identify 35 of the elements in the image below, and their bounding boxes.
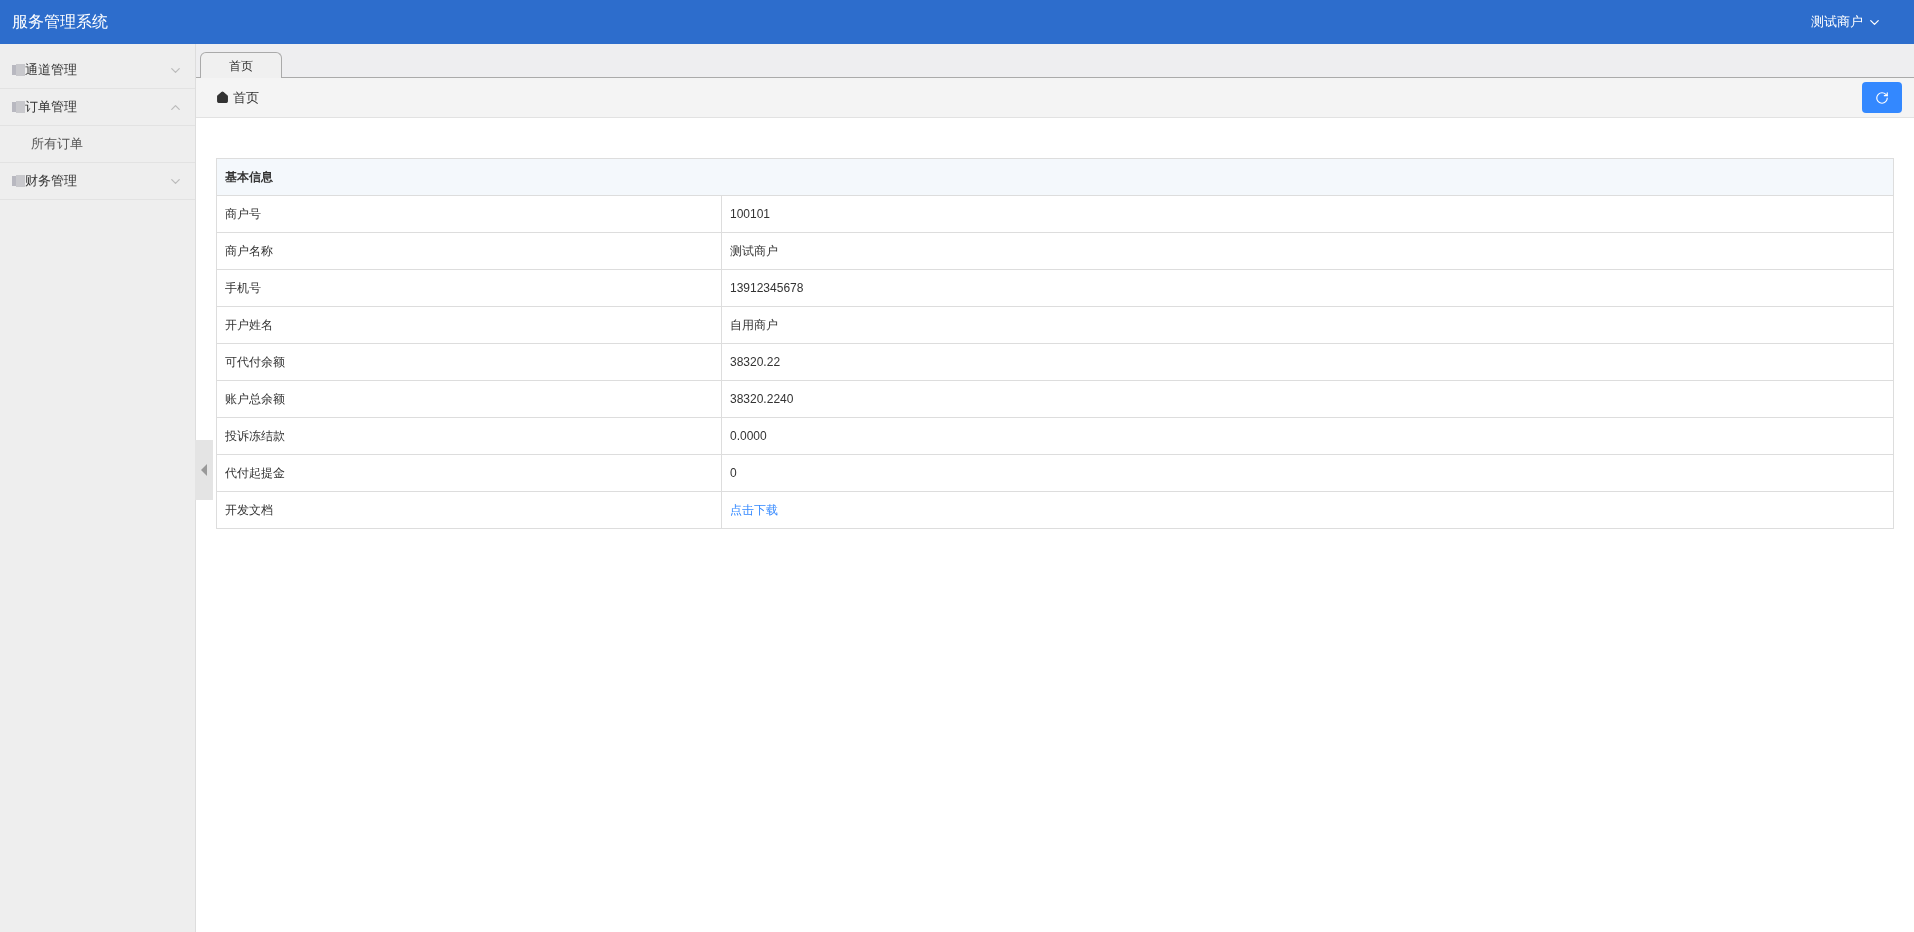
table-cell-value: 自用商户 <box>730 318 778 332</box>
table-title: 基本信息 <box>216 158 1894 196</box>
triangle-left-icon <box>201 464 207 476</box>
folder-icon <box>12 175 25 187</box>
table-cell: 手机号 <box>216 269 722 307</box>
sidebar-item[interactable]: 财务管理 <box>0 163 195 200</box>
download-link[interactable]: 点击下载 <box>730 503 778 517</box>
folder-icon <box>12 101 25 113</box>
sidebar-subitem[interactable]: 所有订单 <box>0 126 195 163</box>
refresh-icon <box>1875 90 1889 105</box>
table-cell: 投诉冻结款 <box>216 417 722 455</box>
refresh-button[interactable] <box>1862 82 1902 113</box>
table-cell: 商户号 <box>216 195 722 233</box>
tab[interactable]: 首页 <box>200 52 282 78</box>
table-cell-value: 38320.2240 <box>730 392 794 406</box>
table-cell: 账户总余额 <box>216 380 722 418</box>
user-menu[interactable]: 测试商户 <box>1811 12 1882 32</box>
collapse-handle[interactable] <box>195 440 213 500</box>
breadcrumb-text: 首页 <box>233 88 259 107</box>
table-cell: 开户姓名 <box>216 306 722 344</box>
sidebar-item[interactable]: 订单管理 <box>0 89 195 126</box>
table-cell: 代付起提金 <box>216 454 722 492</box>
table-cell: 商户名称 <box>216 232 722 270</box>
table-cell-value: 0.0000 <box>730 429 767 443</box>
table-cell-value: 13912345678 <box>730 281 804 295</box>
table-cell-value: 100101 <box>730 207 771 221</box>
app-title: 服务管理系统 <box>12 12 108 32</box>
table-cell-value: 38320.22 <box>730 355 781 369</box>
table-cell-value: 0 <box>730 466 737 480</box>
table-cell: 开发文档 <box>216 491 722 529</box>
folder-icon <box>12 64 25 76</box>
home-icon <box>216 91 229 104</box>
table-cell-value: 测试商户 <box>730 244 778 258</box>
sidebar-item[interactable]: 通道管理 <box>0 52 195 89</box>
table-cell: 可代付余额 <box>216 343 722 381</box>
